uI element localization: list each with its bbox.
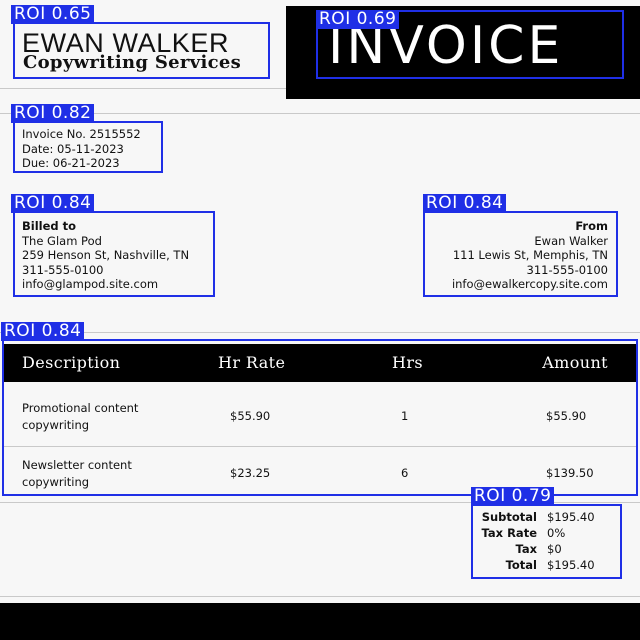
- meta-divider: [0, 113, 640, 114]
- roi-box-table: [2, 339, 638, 496]
- roi-box-totals: [471, 504, 622, 579]
- roi-tag-meta: ROI 0.82: [11, 104, 95, 123]
- totals-divider: [0, 596, 640, 597]
- roi-tag-totals: ROI 0.79: [471, 487, 555, 506]
- roi-tag-table: ROI 0.84: [1, 322, 85, 341]
- roi-box-billed: [13, 211, 215, 297]
- table-top-divider: [0, 332, 640, 333]
- roi-tag-from: ROI 0.84: [423, 194, 507, 213]
- roi-tag-billed: ROI 0.84: [11, 194, 95, 213]
- roi-tag-brand: ROI 0.65: [11, 5, 95, 24]
- roi-tag-title: ROI 0.69: [316, 10, 400, 29]
- footer-bar: [0, 603, 640, 640]
- roi-box-from: [423, 211, 618, 297]
- roi-box-brand: [13, 22, 270, 79]
- roi-box-meta: [13, 121, 163, 173]
